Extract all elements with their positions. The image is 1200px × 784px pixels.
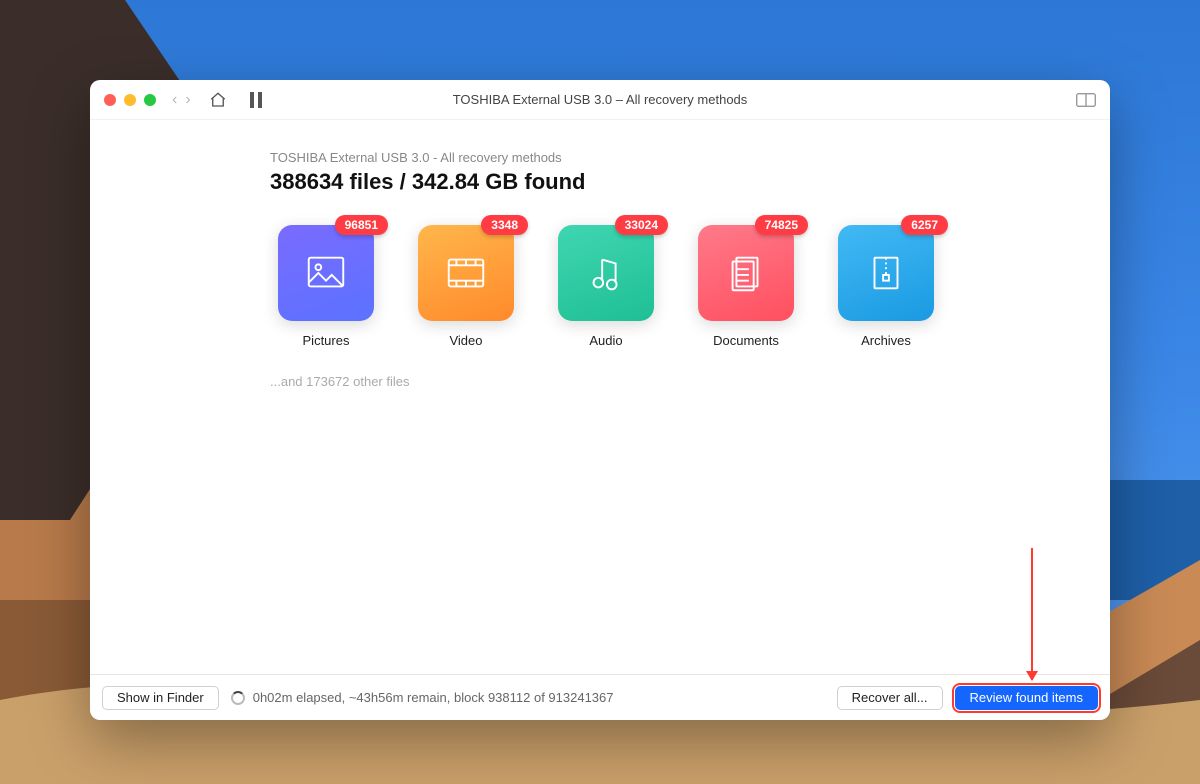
sidebar-toggle-icon[interactable] — [1076, 93, 1096, 107]
pictures-tile[interactable]: 96851 — [278, 225, 374, 321]
minimize-window-button[interactable] — [124, 94, 136, 106]
category-archives: 6257 Archives — [830, 225, 942, 348]
forward-button[interactable]: › — [185, 91, 190, 109]
documents-icon — [723, 250, 769, 296]
video-label: Video — [449, 333, 482, 348]
pictures-label: Pictures — [303, 333, 350, 348]
footer-bar: Show in Finder 0h02m elapsed, ~43h56m re… — [90, 674, 1110, 720]
category-documents: 74825 Documents — [690, 225, 802, 348]
other-files-text: ...and 173672 other files — [270, 374, 1050, 389]
audio-icon — [583, 250, 629, 296]
close-window-button[interactable] — [104, 94, 116, 106]
main-content: TOSHIBA External USB 3.0 - All recovery … — [90, 120, 1110, 674]
documents-tile[interactable]: 74825 — [698, 225, 794, 321]
spinner-icon — [231, 691, 245, 705]
category-audio: 33024 Audio — [550, 225, 662, 348]
breadcrumb: TOSHIBA External USB 3.0 - All recovery … — [270, 150, 1050, 165]
category-pictures: 96851 Pictures — [270, 225, 382, 348]
documents-count-badge: 74825 — [755, 215, 808, 235]
recover-all-button[interactable]: Recover all... — [837, 686, 943, 710]
audio-label: Audio — [589, 333, 622, 348]
pause-icon[interactable] — [249, 92, 263, 108]
archives-icon — [863, 250, 909, 296]
audio-count-badge: 33024 — [615, 215, 668, 235]
video-tile[interactable]: 3348 — [418, 225, 514, 321]
archives-label: Archives — [861, 333, 911, 348]
home-icon[interactable] — [209, 91, 227, 109]
archives-tile[interactable]: 6257 — [838, 225, 934, 321]
review-found-items-button[interactable]: Review found items — [955, 686, 1098, 710]
video-count-badge: 3348 — [481, 215, 528, 235]
back-button[interactable]: ‹ — [172, 91, 177, 109]
app-window: ‹ › TOSHIBA External USB 3.0 – All recov… — [90, 80, 1110, 720]
scan-summary-headline: 388634 files / 342.84 GB found — [270, 169, 1050, 195]
archives-count-badge: 6257 — [901, 215, 948, 235]
video-icon — [443, 250, 489, 296]
pictures-count-badge: 96851 — [335, 215, 388, 235]
show-in-finder-button[interactable]: Show in Finder — [102, 686, 219, 710]
category-video: 3348 Video — [410, 225, 522, 348]
audio-tile[interactable]: 33024 — [558, 225, 654, 321]
scan-status-text: 0h02m elapsed, ~43h56m remain, block 938… — [253, 690, 614, 705]
fullscreen-window-button[interactable] — [144, 94, 156, 106]
titlebar: ‹ › TOSHIBA External USB 3.0 – All recov… — [90, 80, 1110, 120]
pictures-icon — [303, 250, 349, 296]
scan-status: 0h02m elapsed, ~43h56m remain, block 938… — [231, 690, 614, 705]
category-tiles: 96851 Pictures 3348 Video 33024 Audio — [270, 225, 1050, 348]
documents-label: Documents — [713, 333, 779, 348]
nav-arrows: ‹ › — [172, 91, 191, 109]
annotation-arrow — [1031, 548, 1033, 680]
window-controls — [104, 94, 156, 106]
